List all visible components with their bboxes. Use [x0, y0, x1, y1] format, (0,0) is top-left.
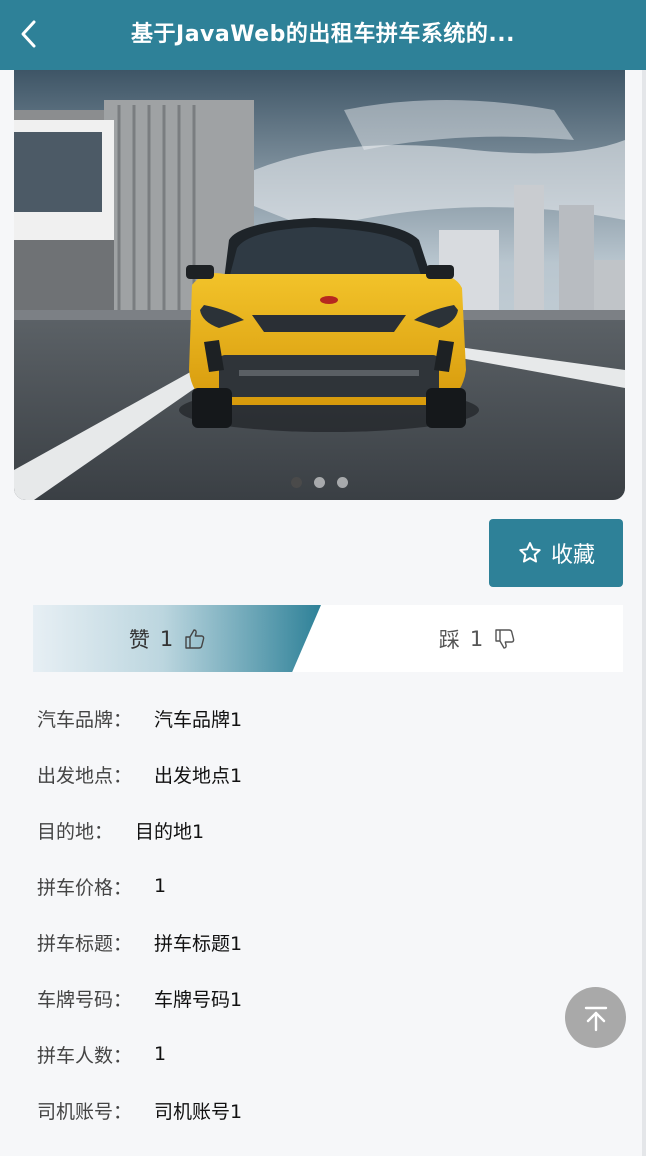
detail-row-plate: 车牌号码： 车牌号码1	[37, 970, 597, 1026]
carousel-dot-2[interactable]	[314, 477, 325, 488]
dislike-button[interactable]: 踩 1	[333, 605, 623, 672]
detail-row-price: 拼车价格： 1	[37, 858, 597, 914]
thumbs-down-icon	[495, 628, 515, 649]
detail-value: 汽车品牌1	[154, 708, 243, 731]
carousel-indicators	[14, 477, 625, 488]
scrollbar[interactable]	[642, 70, 646, 1156]
car-banner-image	[14, 70, 625, 500]
back-to-top-button[interactable]	[565, 987, 626, 1048]
vote-bar: 赞 1 踩 1	[33, 605, 623, 672]
detail-row-destination: 目的地： 目的地1	[37, 802, 597, 858]
detail-row-passengers: 拼车人数： 1	[37, 1026, 597, 1082]
dislike-count: 1	[469, 626, 484, 651]
detail-label: 拼车人数：	[37, 1044, 133, 1067]
detail-label: 汽车品牌：	[37, 708, 133, 731]
like-count: 1	[159, 626, 174, 651]
detail-row-title: 拼车标题： 拼车标题1	[37, 914, 597, 970]
detail-value: 1	[154, 1043, 167, 1065]
detail-value: 目的地1	[135, 820, 205, 843]
chevron-left-icon	[21, 20, 36, 48]
carousel-dot-3[interactable]	[337, 477, 348, 488]
favorite-label: 收藏	[550, 543, 595, 568]
detail-label: 出发地点：	[37, 764, 133, 787]
dislike-label: 踩	[438, 627, 460, 652]
detail-label: 拼车价格：	[37, 876, 133, 899]
carousel-dot-1[interactable]	[291, 477, 302, 488]
top-bar: 基于JavaWeb的出租车拼车系统的...	[0, 0, 646, 70]
favorite-button[interactable]: 收藏	[489, 519, 623, 587]
thumbs-up-icon	[185, 628, 205, 649]
detail-label: 车牌号码：	[37, 988, 133, 1011]
like-label: 赞	[128, 627, 150, 652]
star-outline-icon	[519, 542, 541, 563]
detail-label: 拼车标题：	[37, 932, 133, 955]
detail-row-departure: 出发地点： 出发地点1	[37, 746, 597, 802]
detail-value: 拼车标题1	[154, 932, 243, 955]
back-button[interactable]	[10, 14, 46, 54]
detail-value: 司机账号1	[154, 1100, 243, 1123]
arrow-up-to-top-icon	[584, 1006, 607, 1031]
detail-row-brand: 汽车品牌： 汽车品牌1	[37, 690, 597, 746]
page-title: 基于JavaWeb的出租车拼车系统的...	[131, 22, 515, 47]
detail-row-driver-account: 司机账号： 司机账号1	[37, 1082, 597, 1138]
like-button[interactable]: 赞 1	[33, 605, 303, 672]
detail-label: 司机账号：	[37, 1100, 133, 1123]
ride-details: 汽车品牌： 汽车品牌1 出发地点： 出发地点1 目的地： 目的地1 拼车价格： …	[37, 690, 597, 1138]
detail-value: 出发地点1	[154, 764, 243, 787]
detail-value: 1	[154, 875, 167, 897]
app-root: 基于JavaWeb的出租车拼车系统的... 收藏 赞 1 踩 1 汽车品牌： 汽…	[0, 0, 646, 1156]
detail-value: 车牌号码1	[154, 988, 243, 1011]
detail-label: 目的地：	[37, 820, 114, 843]
image-carousel[interactable]	[14, 70, 625, 500]
